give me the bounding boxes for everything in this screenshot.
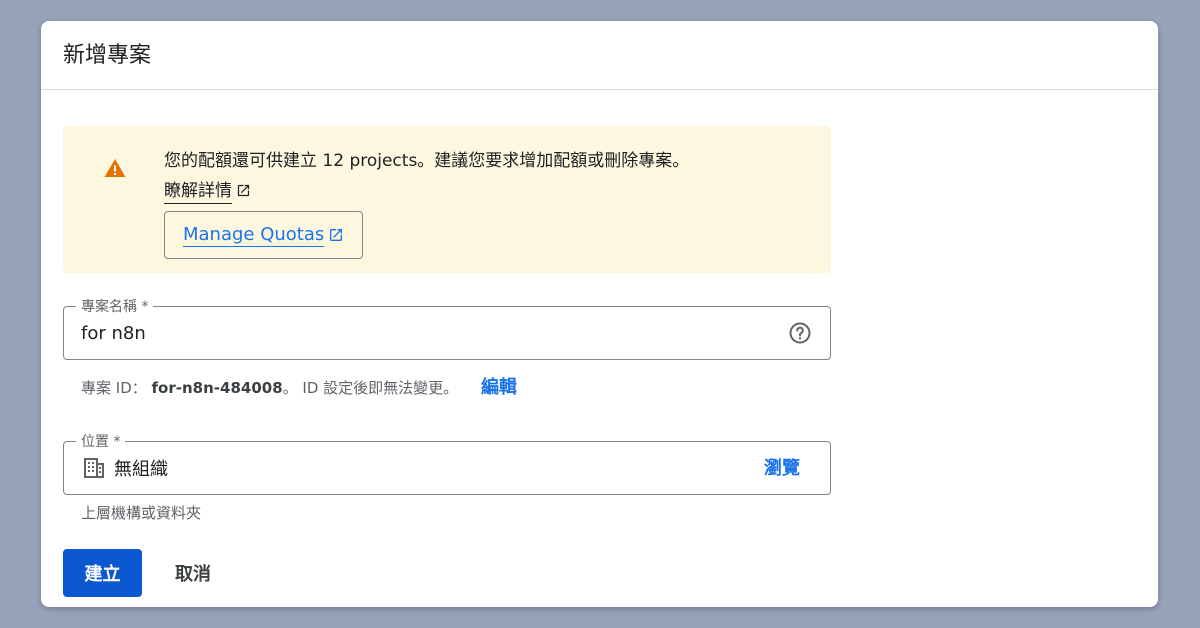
open-in-new-icon (237, 184, 250, 197)
project-id-value: for-n8n-484008 (151, 379, 283, 397)
project-name-field: 專案名稱 * (63, 296, 831, 360)
create-button[interactable]: 建立 (63, 549, 142, 597)
project-id-prefix: 專案 ID： (81, 379, 147, 397)
edit-project-id-button[interactable]: 編輯 (481, 377, 517, 398)
manage-quotas-label: Manage Quotas (183, 223, 325, 247)
location-label: 位置 * (76, 431, 126, 451)
project-name-input[interactable] (81, 307, 731, 359)
learn-more-label: 瞭解詳情 (164, 181, 232, 201)
building-icon (84, 458, 104, 478)
location-field[interactable]: 位置 * 無組織 瀏覽 (63, 431, 831, 495)
learn-more-link[interactable]: 瞭解詳情 (164, 179, 232, 204)
manage-quotas-button[interactable]: Manage Quotas (164, 211, 364, 259)
browse-button[interactable]: 瀏覽 (764, 454, 800, 480)
dialog-title: 新增專案 (63, 43, 152, 68)
help-circle-icon[interactable] (788, 321, 812, 345)
cancel-button[interactable]: 取消 (157, 549, 229, 597)
open-in-new-icon (330, 229, 343, 241)
warning-icon (104, 159, 126, 177)
project-id-helper: 專案 ID： for-n8n-484008。 ID 設定後即無法變更。 編輯 (81, 373, 517, 399)
location-value: 無組織 (114, 459, 168, 480)
alert-text: 您的配額還可供建立 12 projects。建議您要求增加配額或刪除專案。 瞭解… (164, 146, 689, 206)
dialog-header: 新增專案 (41, 21, 1158, 90)
alert-message: 您的配額還可供建立 12 projects。建議您要求增加配額或刪除專案。 (164, 151, 690, 171)
location-helper: 上層機構或資料夾 (81, 504, 202, 522)
create-project-dialog: 新增專案 您的配額還可供建立 12 projects。建議您要求增加配額或刪除專… (41, 21, 1158, 607)
project-id-suffix: 。 ID 設定後即無法變更。 (282, 379, 459, 397)
quota-alert: 您的配額還可供建立 12 projects。建議您要求增加配額或刪除專案。 瞭解… (63, 126, 831, 273)
